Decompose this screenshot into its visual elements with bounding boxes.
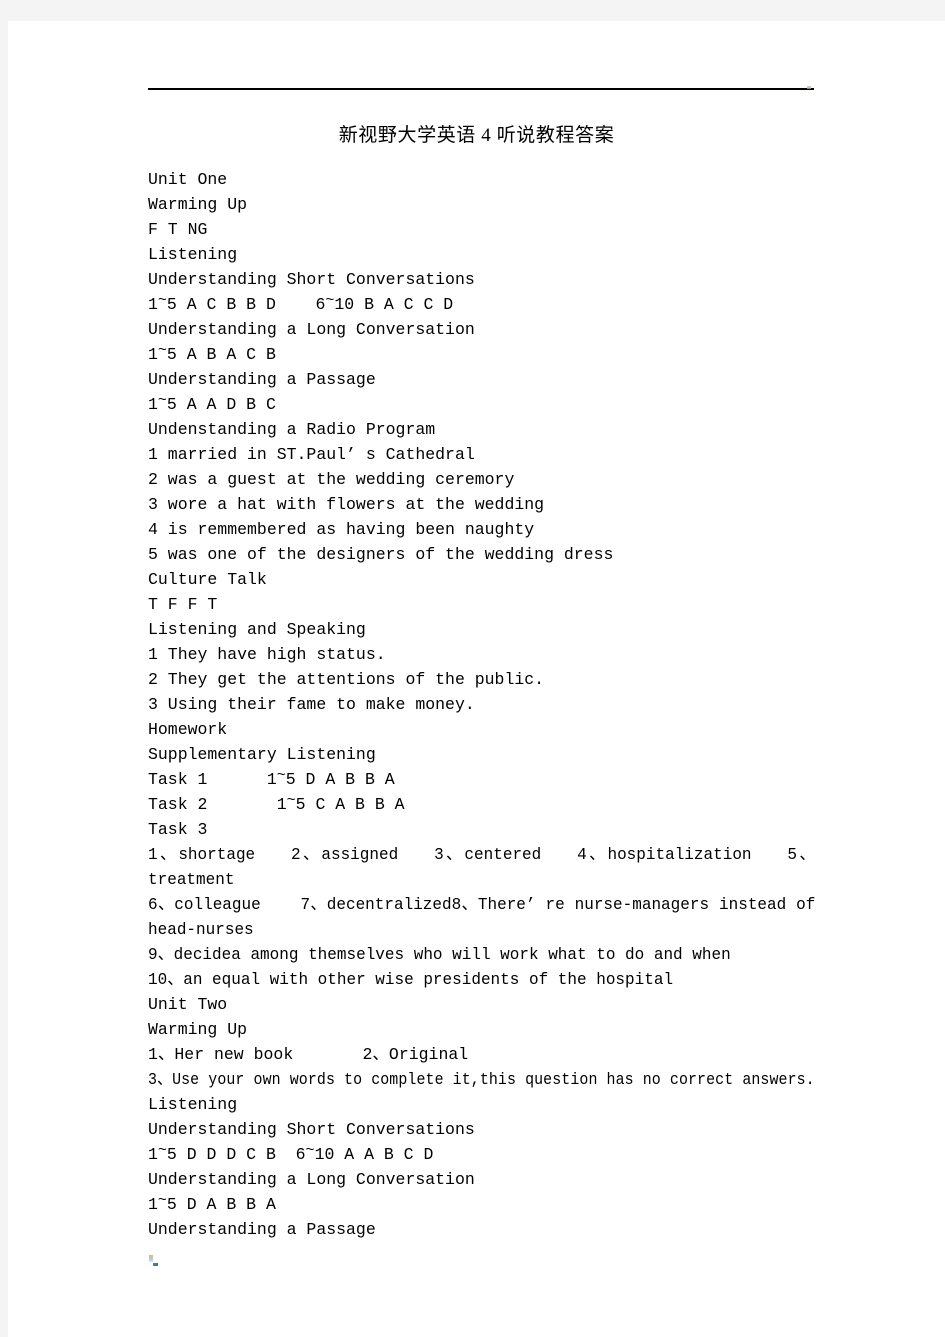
task-2-answers: Task 2 1~5 C A B B A [148, 792, 405, 814]
listening-heading-2: Listening [148, 1095, 238, 1114]
short-conversations-heading-2: Understanding Short Conversations [148, 1120, 475, 1139]
warming-up-answer-condensed-block: 3、Use your own words to complete it,this… [148, 1067, 816, 1092]
radio-program-heading-1: Undenstanding a Radio Program [148, 420, 436, 439]
culture-talk-heading-1: Culture Talk [148, 570, 267, 589]
unit-two-block: Unit Two Warming Up 1、Her new book 2、Origi… [148, 992, 816, 1067]
culture-talk-answers-1: T F F T [148, 595, 218, 614]
listening-speaking-answer-1: 1 They have high status. [148, 645, 386, 664]
task-3-heading: Task 3 [148, 820, 208, 839]
passage-heading-1: Understanding a Passage [148, 370, 376, 389]
task-3-answers-block: 1、shortage 2、assigned 3、centered 4、hospi… [148, 842, 816, 992]
range-tilde: ~ [325, 292, 335, 309]
short-conversations-heading-1: Understanding Short Conversations [148, 270, 475, 289]
listening-heading-1: Listening [148, 245, 238, 264]
passage-heading-2: Understanding a Passage [148, 1220, 376, 1239]
radio-answer-2: 2 was a guest at the wedding ceremory [148, 470, 515, 489]
task-3-items-1-5: 1、shortage 2、assigned 3、centered 4、hospi… [148, 845, 816, 889]
warming-up-answer-2-3: 3、Use your own words to complete it,this… [148, 1070, 815, 1089]
range-tilde: ~ [157, 342, 167, 359]
homework-heading-1: Homework [148, 720, 228, 739]
range-tilde: ~ [286, 792, 296, 809]
radio-answer-3: 3 wore a hat with flowers at the wedding [148, 495, 545, 514]
passage-answers-1: 1~5 A A D B C [148, 392, 276, 414]
warming-up-answer-2-1: 1、Her new book 2、Original [148, 1045, 469, 1064]
warming-up-heading-1: Warming Up [148, 195, 248, 214]
scan-artifact-speck-footer-a [149, 1255, 153, 1262]
header-horizontal-rule [148, 88, 814, 90]
scan-artifact-speck-footer-b [153, 1263, 158, 1266]
listening-speaking-answer-2: 2 They get the attentions of the public. [148, 670, 545, 689]
unit-one-heading: Unit One [148, 170, 228, 189]
listening-speaking-heading-1: Listening and Speaking [148, 620, 366, 639]
task-3-items-6-8: 6、colleague 7、decentralized8、There’ re n… [148, 895, 825, 939]
long-conversation-heading-1: Understanding a Long Conversation [148, 320, 475, 339]
radio-answer-1: 1 married in ST.Paul’ s Cathedral [148, 445, 475, 464]
range-tilde: ~ [157, 1192, 167, 1209]
range-tilde: ~ [157, 1142, 167, 1159]
long-conversation-answers-2: 1~5 D A B B A [148, 1192, 276, 1214]
task-1-answers: Task 1 1~5 D A B B A [148, 767, 395, 789]
range-tilde: ~ [157, 392, 167, 409]
range-tilde: ~ [157, 292, 167, 309]
radio-answer-5: 5 was one of the designers of the weddin… [148, 545, 614, 564]
long-conversation-answers-1: 1~5 A B A C B [148, 342, 276, 364]
short-conversations-answers-1: 1~5 A C B B D 6~10 B A C C D [148, 292, 454, 314]
supplementary-listening-heading-1: Supplementary Listening [148, 745, 376, 764]
task-3-item-10: 10、an equal with other wise presidents o… [148, 970, 674, 989]
task-3-item-9: 9、decidea among themselves who will work… [148, 945, 731, 964]
short-conversations-answers-2: 1~5 D D D C B 6~10 A A B C D [148, 1142, 434, 1164]
document-page: 新视野大学英语 4 听说教程答案 Unit One Warming Up F T N… [8, 21, 945, 1337]
range-tilde: ~ [305, 1142, 315, 1159]
page-title: 新视野大学英语 4 听说教程答案 [338, 125, 615, 146]
long-conversation-heading-2: Understanding a Long Conversation [148, 1170, 475, 1189]
range-tilde: ~ [276, 767, 286, 784]
unit-two-listening-block: Listening Understanding Short Conversatio… [148, 1092, 816, 1242]
unit-two-heading: Unit Two [148, 995, 228, 1014]
document-body: Unit One Warming Up F T NG Listening Underst… [148, 167, 816, 1242]
scan-artifact-speck-header [807, 86, 811, 89]
radio-answer-4: 4 is remmembered as having been naughty [148, 520, 535, 539]
warming-up-answers-1: F T NG [148, 220, 208, 239]
unit-one-block: Unit One Warming Up F T NG Listening Underst… [148, 167, 816, 842]
warming-up-heading-2: Warming Up [148, 1020, 248, 1039]
listening-speaking-answer-3: 3 Using their fame to make money. [148, 695, 475, 714]
